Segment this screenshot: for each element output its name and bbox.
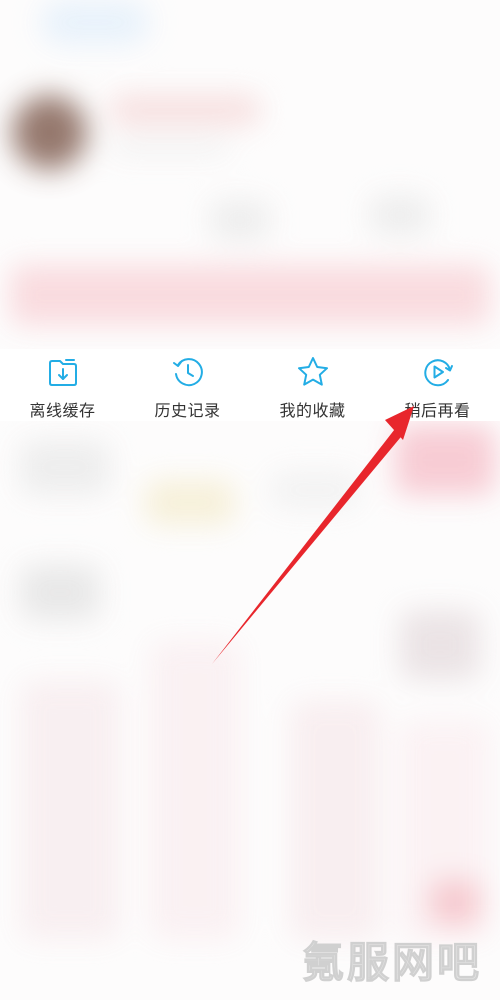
watch-later-icon [421, 355, 455, 389]
blurred-header-pill [40, 0, 150, 45]
avatar [12, 95, 87, 170]
blurred-background-content [0, 0, 500, 1000]
star-icon [296, 355, 330, 389]
blurred-username [110, 95, 260, 125]
blurred-vip-banner [10, 265, 490, 325]
blurred-content-tile [270, 470, 360, 510]
blurred-content-tile [395, 425, 495, 495]
blurred-content-column [150, 640, 240, 940]
blurred-stat [370, 195, 430, 235]
offline-cache-button[interactable]: 离线缓存 [0, 349, 125, 421]
watch-later-label: 稍后再看 [404, 401, 471, 420]
watermark: 氪服网吧 [301, 938, 482, 988]
blurred-content-tile [20, 565, 100, 620]
history-label: 历史记录 [154, 401, 221, 420]
blurred-content-tile [20, 440, 110, 495]
blurred-content-column [20, 680, 120, 940]
offline-cache-label: 离线缓存 [29, 401, 96, 420]
blurred-content-column [290, 700, 380, 940]
blurred-stat [210, 200, 270, 240]
download-folder-icon [46, 355, 80, 389]
blurred-content-tile [145, 480, 235, 525]
history-clock-icon [171, 355, 205, 389]
quick-actions-bar: 离线缓存 历史记录 我的收藏 稍后再看 [0, 349, 500, 421]
watch-later-button[interactable]: 稍后再看 [375, 349, 500, 421]
favorites-button[interactable]: 我的收藏 [250, 349, 375, 421]
history-button[interactable]: 历史记录 [125, 349, 250, 421]
favorites-label: 我的收藏 [279, 401, 346, 420]
blurred-content-tile [430, 880, 480, 925]
blurred-content-tile [400, 610, 480, 680]
app-screen: 离线缓存 历史记录 我的收藏 稍后再看 氪服网吧 [0, 0, 500, 1000]
blurred-user-info [110, 140, 230, 154]
